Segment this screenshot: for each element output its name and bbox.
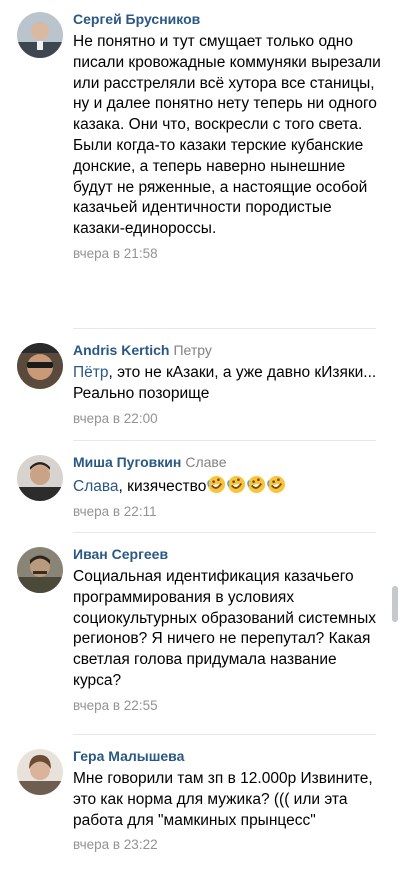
comment-text: Не понятно и тут смущает только одно пис…: [73, 33, 381, 238]
comment-text: Социальная идентификация казачьего прогр…: [73, 568, 376, 689]
author-name[interactable]: Иван Сергеев: [73, 546, 168, 562]
comment-text: Мне говорили там зп в 12.000р Извините, …: [73, 770, 373, 829]
scrollbar-thumb[interactable]: [392, 586, 398, 622]
comment-timestamp[interactable]: вчера в 22:55: [73, 698, 382, 714]
divider: [73, 532, 376, 533]
divider: [73, 734, 376, 735]
emoji-group: [206, 475, 286, 495]
comment-text: Слава, кизячество: [73, 475, 382, 498]
comment-text-body: , это не кАзаки, а уже давно кИзяки... Р…: [73, 364, 377, 402]
author-name[interactable]: Гера Малышева: [73, 748, 184, 764]
avatar[interactable]: [17, 547, 63, 593]
comment-timestamp[interactable]: вчера в 23:22: [73, 837, 382, 853]
mention-link[interactable]: Пётр: [73, 364, 108, 381]
divider: [73, 440, 376, 441]
comment-timestamp[interactable]: вчера в 22:00: [73, 411, 382, 427]
comment-text: Пётр, это не кАзаки, а уже давно кИзяки.…: [73, 363, 382, 405]
rolling-laughing-emoji-icon: [247, 475, 266, 494]
comment-timestamp[interactable]: вчера в 22:11: [73, 504, 382, 520]
author-name[interactable]: Andris Kertich: [73, 342, 169, 358]
avatar[interactable]: [17, 12, 63, 58]
rolling-laughing-emoji-icon: [207, 475, 226, 494]
rolling-laughing-emoji-icon: [267, 475, 286, 494]
reply-to-name[interactable]: Славе: [185, 454, 226, 470]
author-name[interactable]: Сергей Брусников: [73, 11, 200, 27]
reply-to-name[interactable]: Петру: [173, 342, 211, 358]
mention-link[interactable]: Слава: [73, 478, 119, 495]
rolling-laughing-emoji-icon: [227, 475, 246, 494]
avatar[interactable]: [17, 749, 63, 795]
avatar[interactable]: [17, 455, 63, 501]
avatar[interactable]: [17, 343, 63, 389]
comment-timestamp[interactable]: вчера в 21:58: [73, 246, 382, 262]
comment-text-body: , кизячество: [118, 478, 207, 495]
divider: [73, 328, 376, 329]
author-name[interactable]: Миша Пуговкин: [73, 454, 181, 470]
